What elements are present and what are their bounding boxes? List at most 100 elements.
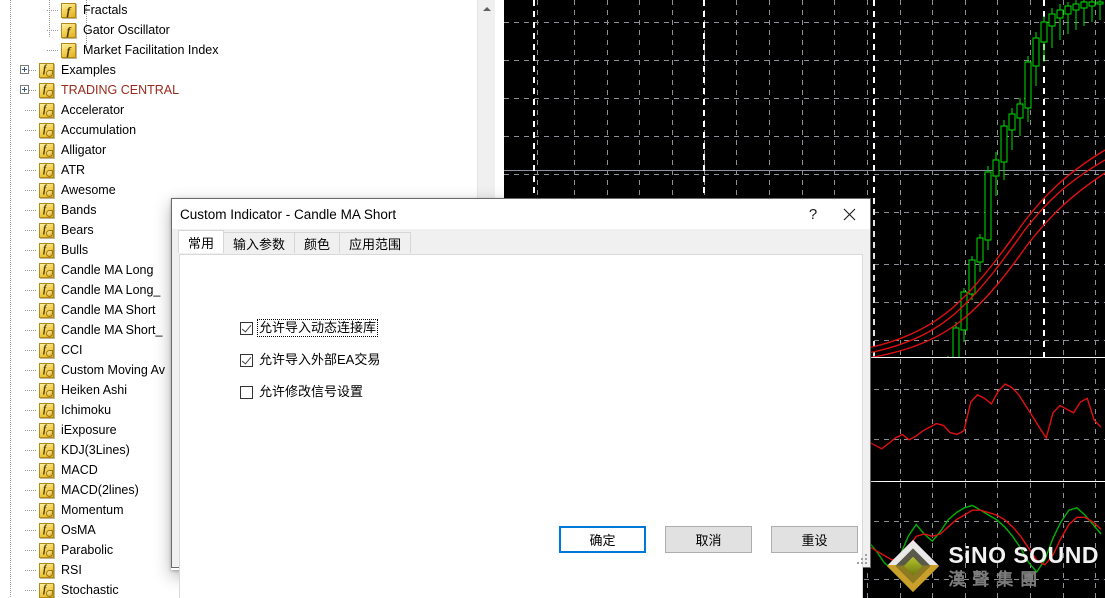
indicator-custom-icon: f (39, 342, 54, 358)
indicator-custom-icon: f (39, 162, 54, 178)
tree-item-cci[interactable]: f CCI (39, 340, 83, 360)
tree-expander-trading-central[interactable] (20, 85, 29, 94)
indicator-custom-icon: f (39, 482, 54, 498)
tree-item-label: Market Facilitation Index (83, 43, 219, 57)
scroll-up-button[interactable] (478, 0, 495, 17)
indicator-custom-icon: f (39, 242, 54, 258)
tree-item-gator-oscillator[interactable]: f Gator Oscillator (61, 20, 170, 40)
resize-grip[interactable] (855, 552, 867, 564)
tab-label: 颜色 (304, 236, 331, 252)
reset-button[interactable]: 重设 (771, 526, 858, 553)
checkbox-allow-modify-signal-settings[interactable]: 允许修改信号设置 (240, 384, 364, 400)
tree-item-market-facilitation-index[interactable]: f Market Facilitation Index (61, 40, 218, 60)
tree-item-label: MACD(2lines) (61, 483, 139, 497)
tree-item-label: CCI (61, 343, 83, 357)
indicator-custom-icon: f (39, 122, 54, 138)
tree-item-bears[interactable]: f Bears (39, 220, 94, 240)
ok-button[interactable]: 确定 (559, 526, 646, 553)
tree-item-osma[interactable]: f OsMA (39, 520, 96, 540)
tree-item-iexposure[interactable]: f iExposure (39, 420, 117, 440)
indicator-custom-icon: f (39, 262, 54, 278)
tree-branch-line (25, 530, 37, 531)
tree-branch-line (25, 130, 37, 131)
tree-item-accelerator[interactable]: f Accelerator (39, 100, 124, 120)
indicator-custom-icon: f (39, 202, 54, 218)
checkbox-allow-external-ea-imports[interactable]: 允许导入外部EA交易 (240, 352, 381, 368)
tree-item-macd-2lines-[interactable]: f MACD(2lines) (39, 480, 139, 500)
tree-item-heiken-ashi[interactable]: f Heiken Ashi (39, 380, 127, 400)
tree-item-parabolic[interactable]: f Parabolic (39, 540, 113, 560)
tree-item-awesome[interactable]: f Awesome (39, 180, 116, 200)
tree-item-stochastic[interactable]: f Stochastic (39, 580, 119, 598)
custom-indicator-dialog[interactable]: Custom Indicator - Candle MA Short ? 常用 输… (171, 198, 872, 598)
tree-branch-line (25, 430, 37, 431)
checkbox-label: 允许导入动态连接库 (256, 319, 379, 337)
tree-item-candle-ma-long[interactable]: f Candle MA Long (39, 260, 153, 280)
tab-general[interactable]: 常用 (178, 230, 225, 253)
indicator-custom-icon: f (39, 542, 54, 558)
tree-branch-line (25, 470, 37, 471)
close-button[interactable] (834, 199, 864, 229)
tree-branch-line (25, 110, 37, 111)
tree-branch-line (25, 190, 37, 191)
indicator-custom-icon: f (39, 502, 54, 518)
tree-item-label: Candle MA Short (61, 303, 156, 317)
chevron-up-icon (482, 6, 491, 11)
tree-item-fractals[interactable]: f Fractals (61, 0, 127, 20)
tree-item-candle-ma-short[interactable]: f Candle MA Short (39, 300, 156, 320)
dialog-button-row: 确定 取消 重设 (172, 526, 872, 553)
tree-item-trading-central[interactable]: f TRADING CENTRAL (39, 80, 179, 100)
tree-item-label: Parabolic (61, 543, 114, 557)
tree-branch-line (47, 10, 59, 11)
tree-item-label: Bears (61, 223, 94, 237)
tree-item-label: Stochastic (61, 583, 119, 597)
tree-branch-line (25, 450, 37, 451)
tree-item-candle-ma-long-[interactable]: f Candle MA Long_ (39, 280, 160, 300)
indicator-custom-icon: f (39, 582, 54, 598)
tree-branch-line (25, 490, 37, 491)
tab-visualization[interactable]: 应用范围 (339, 232, 412, 253)
tree-item-bulls[interactable]: f Bulls (39, 240, 88, 260)
indicator-custom-icon: f (39, 182, 54, 198)
indicator-builtin-icon: f (61, 42, 76, 58)
tree-branch-line (25, 330, 37, 331)
tree-item-label: Custom Moving Av (61, 363, 165, 377)
tree-item-label: Candle MA Long_ (61, 283, 161, 297)
watermark-english-text: SiNO SOUND (948, 542, 1099, 568)
tab-label: 常用 (188, 235, 215, 251)
checkbox-allow-dll-imports[interactable]: 允许导入动态连接库 (240, 319, 379, 337)
tree-item-rsi[interactable]: f RSI (39, 560, 82, 580)
cancel-button[interactable]: 取消 (665, 526, 752, 553)
tree-item-accumulation[interactable]: f Accumulation (39, 120, 136, 140)
tree-item-label: KDJ(3Lines) (61, 443, 130, 457)
tree-item-candle-ma-short-[interactable]: f Candle MA Short_ (39, 320, 162, 340)
tree-expander-examples[interactable] (20, 65, 29, 74)
tree-item-macd[interactable]: f MACD (39, 460, 98, 480)
tree-item-alligator[interactable]: f Alligator (39, 140, 106, 160)
tab-inputs[interactable]: 输入参数 (223, 232, 296, 253)
watermark-logo: SiNO SOUND 漢聲集團 (887, 539, 1099, 593)
tab-colors[interactable]: 颜色 (294, 232, 341, 253)
dialog-tabs[interactable]: 常用 输入参数 颜色 应用范围 (178, 230, 870, 253)
tree-item-custom-moving-av[interactable]: f Custom Moving Av (39, 360, 165, 380)
tree-item-examples[interactable]: f Examples (39, 60, 116, 80)
indicator-custom-icon: f (39, 362, 54, 378)
tree-item-label: TRADING CENTRAL (61, 83, 180, 97)
tree-item-bands[interactable]: f Bands (39, 200, 96, 220)
checkbox-indicator[interactable] (240, 321, 253, 335)
tree-item-ichimoku[interactable]: f Ichimoku (39, 400, 111, 420)
tree-item-label: Examples (61, 63, 116, 77)
tree-item-atr[interactable]: f ATR (39, 160, 85, 180)
tree-item-momentum[interactable]: f Momentum (39, 500, 124, 520)
tree-branch-line (25, 150, 37, 151)
tree-branch-line (25, 390, 37, 391)
tree-item-kdj-3lines-[interactable]: f KDJ(3Lines) (39, 440, 130, 460)
tree-item-label: Candle MA Long (61, 263, 154, 277)
help-button[interactable]: ? (798, 199, 828, 229)
checkbox-indicator[interactable] (240, 385, 253, 399)
tree-branch-line (25, 310, 37, 311)
dialog-titlebar[interactable]: Custom Indicator - Candle MA Short ? (172, 199, 870, 229)
checkbox-indicator[interactable] (240, 353, 253, 367)
diamond-logo-icon (887, 539, 940, 593)
tree-item-label: Accumulation (61, 123, 137, 137)
